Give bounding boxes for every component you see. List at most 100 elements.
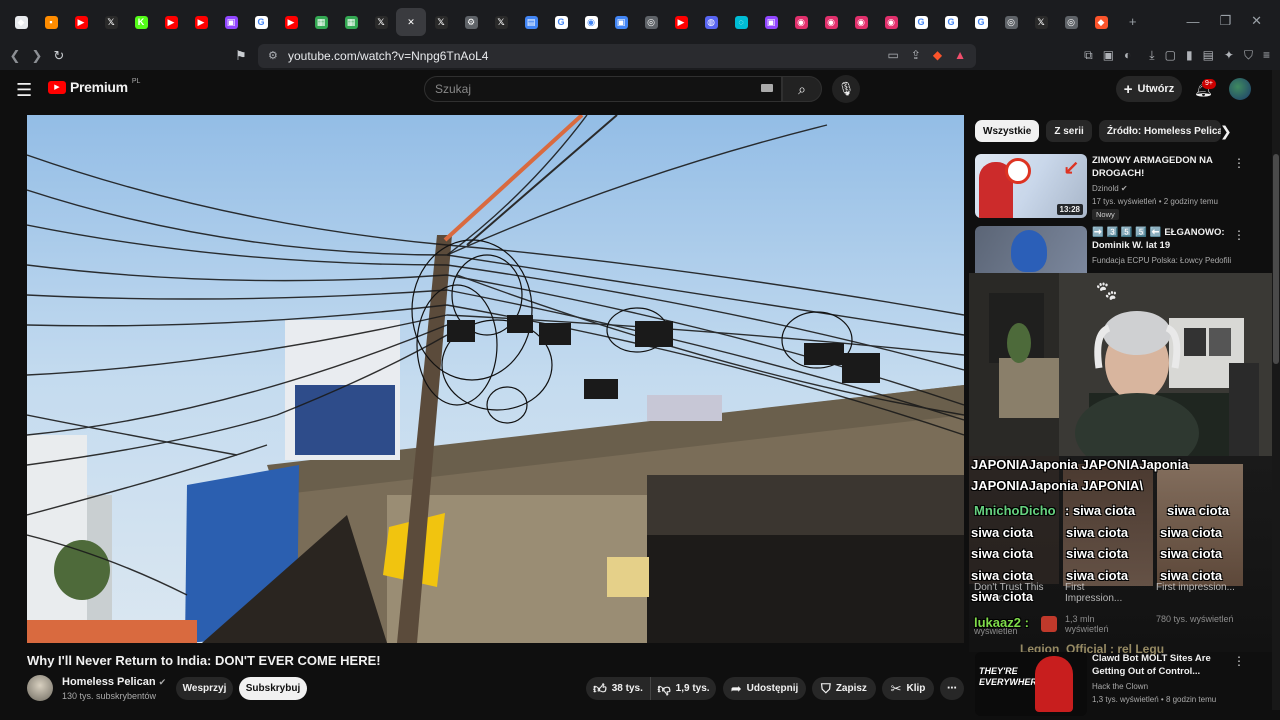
video-thumbnail[interactable]: ↙ 13:28 — [975, 154, 1087, 218]
screenshot-icon[interactable]: ▢ — [1165, 48, 1176, 63]
browser-tab[interactable]: G — [546, 8, 576, 36]
rec-title[interactable]: ➡️ 3️⃣ 5️⃣ 5️⃣ ⬅️ EŁGANOWO: Dominik W. l… — [1092, 226, 1232, 252]
rec-channel[interactable]: Hack the Clown — [1092, 682, 1148, 691]
chip-series[interactable]: Z serii — [1046, 120, 1092, 142]
channel-avatar[interactable] — [27, 675, 53, 701]
browser-tab[interactable]: ◉ — [876, 8, 906, 36]
keyboard-icon[interactable] — [761, 84, 773, 92]
bookmark-icon[interactable]: ⚑ — [230, 48, 252, 64]
browser-tab[interactable]: ◌ — [726, 8, 756, 36]
extension-a-icon[interactable]: ▣ — [1103, 48, 1114, 63]
leo-icon[interactable]: ✦ — [1224, 48, 1234, 63]
brave-shields-icon[interactable]: ◆ — [933, 48, 942, 62]
browser-tab[interactable]: ▶ — [276, 8, 306, 36]
recommended-video[interactable]: ↙ 13:28 ZIMOWY ARMAGEDON NA DROGACH! Dzi… — [975, 154, 1275, 220]
maximize-icon[interactable]: ❐ — [1219, 13, 1231, 29]
browser-tab[interactable]: ◎ — [1056, 8, 1086, 36]
account-avatar[interactable] — [1229, 78, 1251, 100]
browser-tab[interactable]: ▣ — [756, 8, 786, 36]
chat-message: JAPONIAJaponia JAPONIAJaponia — [971, 457, 1189, 472]
rec-channel[interactable]: Dzinold ✔ — [1092, 184, 1128, 193]
channel-name[interactable]: Homeless Pelican ✔ — [62, 676, 166, 688]
browser-tab[interactable]: ◎ — [996, 8, 1026, 36]
browser-tab[interactable]: ◉ — [786, 8, 816, 36]
rec-title[interactable]: ZIMOWY ARMAGEDON NA DROGACH! — [1092, 154, 1232, 180]
youtube-logo[interactable]: ▶ Premium PL — [48, 78, 140, 95]
wallet-icon[interactable]: ▤ — [1203, 48, 1214, 63]
minimize-icon[interactable]: — — [1186, 14, 1199, 29]
rec-channel[interactable]: Fundacja ECPU Polska: Łowcy Pedofili — [1092, 256, 1232, 265]
video-player[interactable] — [27, 115, 964, 643]
browser-tab[interactable]: ⚙ — [456, 8, 486, 36]
chip-source[interactable]: Źródło: Homeless Pelican — [1098, 120, 1221, 142]
dislike-button[interactable]: 👎︎ 1,9 tys. — [650, 677, 716, 700]
close-window-icon[interactable]: ✕ — [1251, 13, 1262, 29]
chips-next-icon[interactable]: ❯ — [1220, 123, 1232, 140]
browser-tab[interactable]: G — [246, 8, 276, 36]
voice-search-button[interactable]: 🎙︎ — [832, 75, 860, 103]
like-button[interactable]: 👍︎ 38 tys. — [586, 677, 650, 700]
video-thumbnail[interactable]: THEY'RE EVERYWHERE — [975, 652, 1087, 716]
more-actions-button[interactable]: ⋯ — [940, 677, 964, 700]
share-page-icon[interactable]: ⇪ — [911, 48, 921, 62]
rec-menu-icon[interactable]: ⋮ — [1233, 228, 1245, 242]
browser-tab[interactable]: 𝕏 — [96, 8, 126, 36]
reload-icon[interactable]: ↻ — [48, 48, 70, 64]
browser-tab[interactable]: G — [966, 8, 996, 36]
site-info-icon[interactable]: ⚙ — [268, 49, 278, 62]
search-button[interactable]: ⌕ — [782, 76, 822, 102]
vpn-icon[interactable]: ⛉ — [1244, 48, 1253, 63]
browser-tab[interactable]: ▣ — [606, 8, 636, 36]
extensions-icon[interactable]: ⧉ — [1084, 48, 1093, 63]
browser-tab[interactable]: ◉ — [576, 8, 606, 36]
browser-tab[interactable]: ▶ — [156, 8, 186, 36]
browser-tab[interactable]: ◆ — [6, 8, 36, 36]
browser-tab[interactable]: ◎ — [636, 8, 666, 36]
browser-tab[interactable]: ▶ — [66, 8, 96, 36]
save-button[interactable]: ⛉ Zapisz — [812, 677, 876, 700]
chip-all[interactable]: Wszystkie — [975, 120, 1040, 142]
forward-icon[interactable]: ❯ — [26, 48, 48, 64]
browser-tab[interactable]: K — [126, 8, 156, 36]
browser-tab[interactable]: 𝕏 — [366, 8, 396, 36]
browser-tab[interactable]: 𝕏 — [1026, 8, 1056, 36]
brave-rewards-icon[interactable]: ▲ — [954, 48, 966, 62]
browser-tab[interactable]: ▶ — [666, 8, 696, 36]
create-button[interactable]: + Utwórz — [1116, 76, 1182, 102]
browser-tab[interactable]: ◉ — [846, 8, 876, 36]
browser-menu-icon[interactable]: ≡ — [1263, 48, 1270, 63]
browser-tab[interactable]: ✕ — [396, 8, 426, 36]
browser-tab[interactable]: ▶ — [186, 8, 216, 36]
new-tab-icon[interactable]: + — [1129, 14, 1137, 29]
download-icon[interactable]: ⤓ — [1149, 48, 1154, 63]
browser-tab[interactable]: ◍ — [696, 8, 726, 36]
clip-button[interactable]: ✂ Klip — [882, 677, 934, 700]
browser-tab[interactable]: ▦ — [306, 8, 336, 36]
browser-tab[interactable]: 𝕏 — [426, 8, 456, 36]
browser-tab[interactable]: ▣ — [216, 8, 246, 36]
browser-tab[interactable]: ◉ — [816, 8, 846, 36]
scrollbar-thumb[interactable] — [1273, 154, 1279, 364]
extension-b-icon[interactable]: ◐ — [1124, 48, 1131, 63]
browser-tab[interactable]: ◆ — [1086, 8, 1116, 36]
recommended-video[interactable]: THEY'RE EVERYWHERE Clawd Bot MOLT Sites … — [975, 652, 1275, 718]
back-icon[interactable]: ❮ — [4, 48, 26, 64]
browser-tab[interactable]: 𝕏 — [486, 8, 516, 36]
subscribe-button[interactable]: Subskrybuj — [239, 677, 307, 700]
rec-title[interactable]: Clawd Bot MOLT Sites Are Getting Out of … — [1092, 652, 1232, 678]
browser-tab[interactable]: ▪ — [36, 8, 66, 36]
share-button[interactable]: ➦ Udostępnij — [723, 677, 806, 700]
cast-icon[interactable]: ▭ — [887, 48, 898, 62]
support-button[interactable]: Wesprzyj — [176, 677, 233, 700]
browser-tab[interactable]: G — [936, 8, 966, 36]
url-field[interactable]: ⚙ youtube.com/watch?v=Nnpg6TnAoL4 ▭ ⇪ ◆ … — [258, 44, 976, 68]
rec-menu-icon[interactable]: ⋮ — [1233, 156, 1245, 170]
search-input[interactable]: Szukaj — [424, 76, 782, 102]
browser-tab[interactable]: ▤ — [516, 8, 546, 36]
sidebar-icon[interactable]: ▮ — [1186, 48, 1193, 63]
browser-tab[interactable]: G — [906, 8, 936, 36]
rec-menu-icon[interactable]: ⋮ — [1233, 654, 1245, 668]
hamburger-menu-icon[interactable]: ☰ — [16, 80, 32, 101]
page-scrollbar[interactable] — [1272, 70, 1280, 710]
browser-tab[interactable]: ▦ — [336, 8, 366, 36]
